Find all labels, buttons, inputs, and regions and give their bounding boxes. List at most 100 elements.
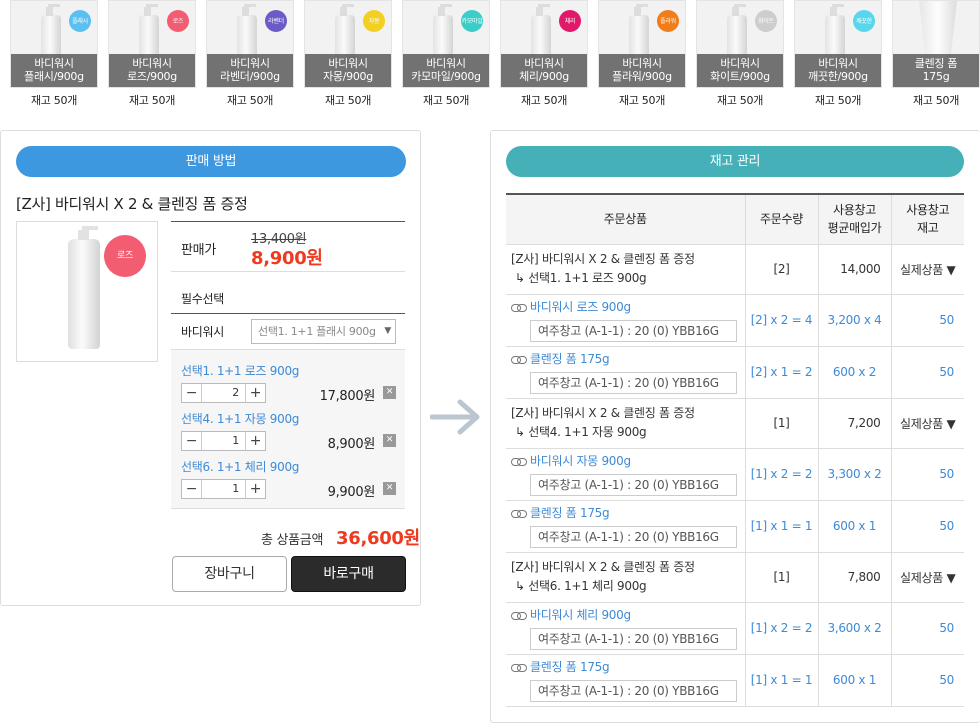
- quantity-value[interactable]: 2: [201, 384, 246, 402]
- product-card[interactable]: 자몽 바디워시 자몽/900g 재고 50개: [304, 0, 392, 108]
- product-label: 바디워시 로즈/900g: [109, 54, 195, 87]
- component-stock: 50: [891, 346, 964, 399]
- component-name[interactable]: 바디워시 체리 900g: [530, 608, 631, 622]
- link-icon: [511, 611, 527, 620]
- product-title: [Z사] 바디워시 X 2 & 클렌징 폼 증정: [16, 195, 248, 213]
- order-price: 7,200: [818, 398, 892, 449]
- warehouse-field[interactable]: 여주창고 (A-1-1) : 20 (0) YBB16G: [530, 474, 737, 496]
- warehouse-field[interactable]: 여주창고 (A-1-1) : 20 (0) YBB16G: [530, 680, 737, 702]
- order-product: [Z사] 바디워시 X 2 & 클렌징 폼 증정: [511, 560, 695, 574]
- stock-management-header: 재고 관리: [506, 146, 964, 177]
- quantity-stepper[interactable]: −1 +: [181, 479, 266, 499]
- product-thumb: 라벤더 바디워시 라벤더/900g: [206, 0, 294, 88]
- plus-button[interactable]: +: [246, 480, 265, 498]
- variant-badge: 카모마일: [461, 10, 483, 32]
- product-label: 바디워시 자몽/900g: [305, 54, 391, 87]
- buy-now-button[interactable]: 바로구매: [291, 556, 406, 592]
- product-type-select[interactable]: 실제상품 ▼: [891, 398, 964, 449]
- quantity-value[interactable]: 1: [201, 432, 246, 450]
- component-avg-price: 600 x 1: [818, 500, 892, 553]
- product-card[interactable]: 카모마일 바디워시 카모마일/900g 재고 50개: [402, 0, 490, 108]
- component-avg-price: 3,600 x 2: [818, 602, 892, 655]
- option-name: 선택4. 1+1 자몽 900g: [181, 412, 300, 426]
- plus-button[interactable]: +: [246, 432, 265, 450]
- product-card[interactable]: 화이트 바디워시 화이트/900g 재고 50개: [696, 0, 784, 108]
- stock-count: 재고 50개: [814, 94, 862, 107]
- options-box: 선택1. 1+1 로즈 900g −2 + 17,800원 ✕ 선택4. 1+1 …: [171, 349, 405, 509]
- minus-button[interactable]: −: [182, 384, 201, 402]
- order-product: [Z사] 바디워시 X 2 & 클렌징 폼 증정: [511, 252, 695, 266]
- product-card[interactable]: 클렌징 폼 175g 재고 50개: [892, 0, 980, 108]
- variant-badge: 화이트: [755, 10, 777, 32]
- order-product: [Z사] 바디워시 X 2 & 클렌징 폼 증정: [511, 406, 695, 420]
- option-price: 9,900원: [327, 485, 376, 500]
- remove-option-button[interactable]: ✕: [383, 386, 396, 399]
- option-name: 선택1. 1+1 로즈 900g: [181, 364, 300, 378]
- quantity-value[interactable]: 1: [201, 480, 246, 498]
- warehouse-field[interactable]: 여주창고 (A-1-1) : 20 (0) YBB16G: [530, 526, 737, 548]
- component-avg-price: 3,300 x 2: [818, 448, 892, 501]
- quantity-stepper[interactable]: −1 +: [181, 431, 266, 451]
- warehouse-field[interactable]: 여주창고 (A-1-1) : 20 (0) YBB16G: [530, 320, 737, 342]
- variant-badge: 로즈: [167, 10, 189, 32]
- bottle-image: [68, 226, 100, 349]
- component-stock: 50: [891, 294, 964, 347]
- order-option: ↳ 선택4. 1+1 자몽 900g: [515, 425, 647, 439]
- product-card[interactable]: 로즈 바디워시 로즈/900g 재고 50개: [108, 0, 196, 108]
- order-row: [Z사] 바디워시 X 2 & 클렌징 폼 증정 ↳ 선택6. 1+1 체리 90…: [506, 552, 964, 603]
- component-avg-price: 600 x 1: [818, 654, 892, 707]
- remove-option-button[interactable]: ✕: [383, 434, 396, 447]
- product-card[interactable]: 플래시 바디워시 플래시/900g 재고 50개: [10, 0, 98, 108]
- total-label: 총 상품금액: [261, 533, 324, 548]
- component-name[interactable]: 클렌징 폼 175g: [530, 352, 610, 366]
- product-card[interactable]: 체리 바디워시 체리/900g 재고 50개: [500, 0, 588, 108]
- product-thumb: 화이트 바디워시 화이트/900g: [696, 0, 784, 88]
- bodywash-select[interactable]: 선택1. 1+1 플래시 900g ▼: [251, 319, 396, 344]
- product-thumb: 깨끗한 바디워시 깨끗한/900g: [794, 0, 882, 88]
- stock-count: 재고 50개: [128, 94, 176, 107]
- component-stock: 50: [891, 602, 964, 655]
- sale-method-header: 판매 방법: [16, 146, 406, 177]
- warehouse-field[interactable]: 여주창고 (A-1-1) : 20 (0) YBB16G: [530, 628, 737, 650]
- product-label: 바디워시 라벤더/900g: [207, 54, 293, 87]
- stock-count: 재고 50개: [618, 94, 666, 107]
- component-stock: 50: [891, 500, 964, 553]
- stock-count: 재고 50개: [30, 94, 78, 107]
- select-label: 바디워시: [181, 325, 224, 339]
- component-avg-price: 3,200 x 4: [818, 294, 892, 347]
- stock-panel: 재고 관리 주문상품 주문수량 사용창고 평균매입가 사용창고 재고 [Z사] 바디…: [490, 130, 980, 723]
- minus-button[interactable]: −: [182, 480, 201, 498]
- product-label: 바디워시 화이트/900g: [697, 54, 783, 87]
- product-thumb: 클렌징 폼 175g: [892, 0, 980, 88]
- order-price: 14,000: [818, 244, 892, 295]
- component-name[interactable]: 클렌징 폼 175g: [530, 660, 610, 674]
- sale-price: 8,900원: [251, 248, 323, 269]
- product-card[interactable]: 플라워 바디워시 플라워/900g 재고 50개: [598, 0, 686, 108]
- product-type-select[interactable]: 실제상품 ▼: [891, 244, 964, 295]
- component-avg-price: 600 x 2: [818, 346, 892, 399]
- remove-option-button[interactable]: ✕: [383, 482, 396, 495]
- col-qty: 주문수량: [745, 194, 819, 245]
- cart-button[interactable]: 장바구니: [172, 556, 287, 592]
- warehouse-field[interactable]: 여주창고 (A-1-1) : 20 (0) YBB16G: [530, 372, 737, 394]
- plus-button[interactable]: +: [246, 384, 265, 402]
- product-card[interactable]: 깨끗한 바디워시 깨끗한/900g 재고 50개: [794, 0, 882, 108]
- stock-count: 재고 50개: [912, 94, 960, 107]
- product-label: 클렌징 폼 175g: [893, 54, 979, 87]
- order-row: [Z사] 바디워시 X 2 & 클렌징 폼 증정 ↳ 선택1. 1+1 로즈 90…: [506, 244, 964, 295]
- col-stock: 사용창고 재고: [891, 194, 964, 245]
- component-name[interactable]: 바디워시 자몽 900g: [530, 454, 631, 468]
- component-row: 클렌징 폼 175g 여주창고 (A-1-1) : 20 (0) YBB16G …: [506, 346, 964, 399]
- variant-badge: 자몽: [363, 10, 385, 32]
- minus-button[interactable]: −: [182, 432, 201, 450]
- product-thumb: 플래시 바디워시 플래시/900g: [10, 0, 98, 88]
- product-card[interactable]: 라벤더 바디워시 라벤더/900g 재고 50개: [206, 0, 294, 108]
- product-label: 바디워시 카모마일/900g: [403, 54, 489, 87]
- component-name[interactable]: 바디워시 로즈 900g: [530, 300, 631, 314]
- product-type-select[interactable]: 실제상품 ▼: [891, 552, 964, 603]
- component-row: 바디워시 체리 900g 여주창고 (A-1-1) : 20 (0) YBB16…: [506, 602, 964, 655]
- component-name[interactable]: 클렌징 폼 175g: [530, 506, 610, 520]
- price-info: 판매가 13,400원 8,900원 필수선택 바디워시 선택1. 1+1 플래…: [171, 221, 405, 509]
- quantity-stepper[interactable]: −2 +: [181, 383, 266, 403]
- order-option: ↳ 선택1. 1+1 로즈 900g: [515, 271, 647, 285]
